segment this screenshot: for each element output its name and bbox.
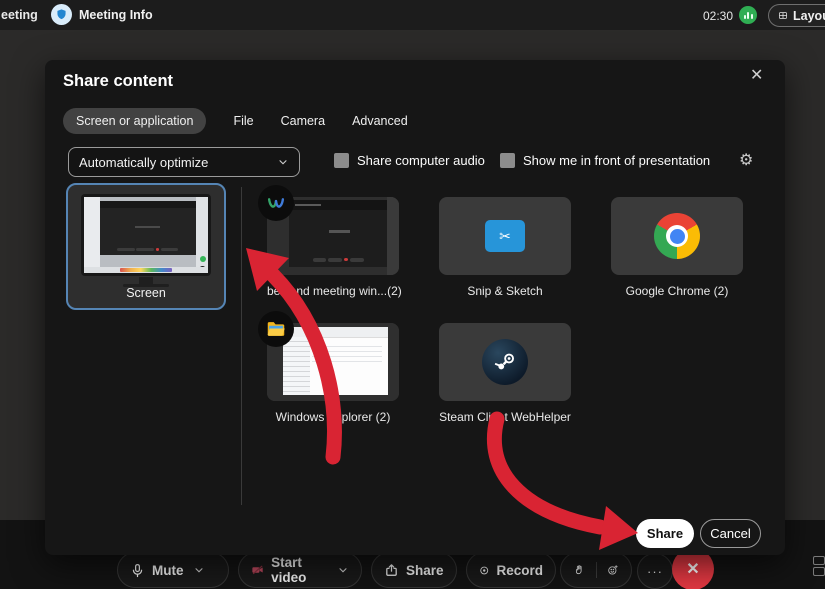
screen-thumbnail [81, 194, 211, 276]
record-button[interactable]: Record [466, 552, 556, 588]
screen-share-tile[interactable]: Screen [66, 183, 226, 310]
tile-label: bex and meeting win...(2) [267, 284, 399, 298]
toolbar-share-label: Share [406, 563, 444, 578]
layout-button[interactable]: Layout [768, 4, 825, 27]
optimize-dropdown-value: Automatically optimize [79, 155, 208, 170]
webex-window-tile[interactable]: bex and meeting win...(2) [267, 197, 399, 298]
steam-webhelper-tile[interactable]: Steam Client WebHelper [439, 323, 571, 424]
more-options-button[interactable]: ··· [637, 553, 673, 589]
participants-panel-icon-partial[interactable] [813, 556, 825, 578]
checkbox-label: Share computer audio [357, 153, 485, 168]
window-title-partial: eeting [1, 8, 38, 22]
share-screen-icon [384, 563, 399, 578]
tab-screen-or-application[interactable]: Screen or application [63, 108, 206, 134]
show-me-in-front-checkbox[interactable]: Show me in front of presentation [500, 153, 710, 168]
record-icon [479, 563, 489, 578]
meeting-info-button[interactable]: Meeting Info [79, 8, 153, 22]
divider [596, 562, 597, 578]
camera-off-icon [251, 562, 264, 578]
share-tabs: Screen or application File Camera Advanc… [63, 108, 408, 134]
folder-icon [258, 311, 294, 347]
webex-meeting-window: eeting Meeting Info 02:30 Layout Share c… [0, 0, 825, 589]
raise-hand-icon[interactable] [573, 562, 585, 578]
meeting-shield-icon [51, 4, 72, 25]
chrome-logo-icon [654, 213, 700, 259]
optimize-dropdown[interactable]: Automatically optimize [68, 147, 300, 177]
close-icon[interactable]: ✕ [750, 68, 763, 84]
record-label: Record [496, 563, 543, 578]
start-video-label: Start video [271, 555, 328, 585]
share-computer-audio-checkbox[interactable]: Share computer audio [334, 153, 485, 168]
screen-tile-label: Screen [68, 286, 224, 300]
checkbox-box[interactable] [334, 153, 349, 168]
steam-logo-icon [482, 339, 528, 385]
windows-explorer-tile[interactable]: Windows Explorer (2) [267, 323, 399, 424]
mute-button[interactable]: Mute [117, 552, 229, 588]
webex-logo-icon [258, 185, 294, 221]
tab-camera[interactable]: Camera [281, 114, 325, 128]
layout-button-label: Layout [793, 9, 825, 23]
connection-status-icon [739, 6, 757, 24]
meeting-top-bar: eeting Meeting Info 02:30 Layout [0, 0, 825, 30]
checkbox-box[interactable] [500, 153, 515, 168]
reactions-smiley-icon[interactable] [607, 562, 619, 578]
tile-label: Google Chrome (2) [611, 284, 743, 298]
tab-advanced[interactable]: Advanced [352, 114, 408, 128]
start-video-button[interactable]: Start video [238, 552, 362, 588]
tab-file[interactable]: File [233, 114, 253, 128]
reactions-button[interactable] [560, 552, 632, 588]
grid-layout-icon [778, 9, 788, 22]
dialog-title: Share content [63, 72, 173, 91]
share-button[interactable]: Share [636, 519, 694, 548]
divider [241, 187, 242, 505]
tile-label: Windows Explorer (2) [267, 410, 399, 424]
toolbar-share-button[interactable]: Share [371, 552, 457, 588]
checkbox-label: Show me in front of presentation [523, 153, 710, 168]
share-content-dialog: Share content ✕ Screen or application Fi… [45, 60, 785, 555]
snip-sketch-icon: ✂ [485, 220, 525, 252]
tile-label: Snip & Sketch [439, 284, 571, 298]
mute-label: Mute [152, 563, 184, 578]
chevron-down-icon[interactable] [337, 564, 349, 576]
snip-sketch-tile[interactable]: ✂ Snip & Sketch [439, 197, 571, 298]
tile-label: Steam Client WebHelper [439, 410, 571, 424]
gear-icon[interactable]: ⚙ [739, 150, 753, 170]
chevron-down-icon [277, 156, 289, 168]
microphone-icon [130, 563, 145, 578]
cancel-button[interactable]: Cancel [700, 519, 761, 548]
google-chrome-tile[interactable]: Google Chrome (2) [611, 197, 743, 298]
chevron-down-icon[interactable] [193, 564, 205, 576]
meeting-timer: 02:30 [703, 9, 733, 23]
